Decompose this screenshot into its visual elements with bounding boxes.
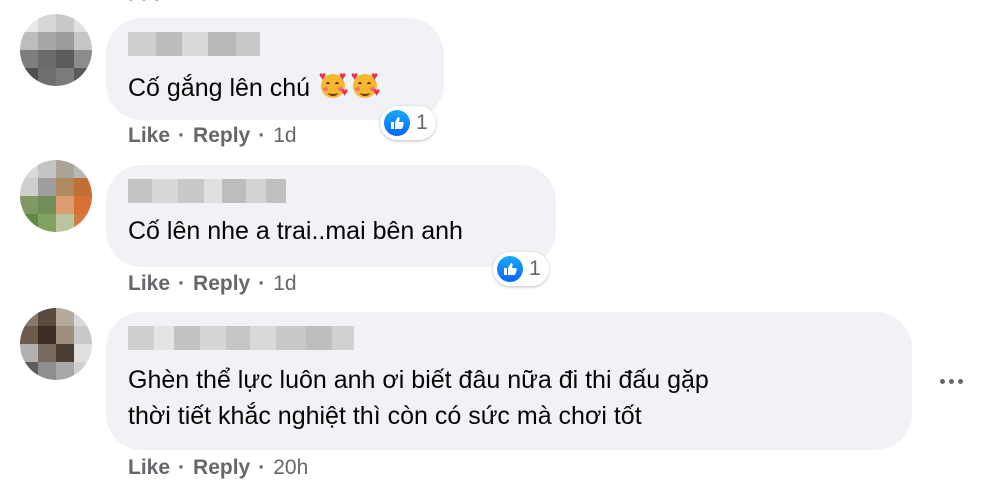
comment-text-line: thời tiết khắc nghiệt thì còn có sức mà … [128,402,642,430]
avatar[interactable] [20,14,92,86]
dot [939,378,945,384]
avatar[interactable] [20,160,92,232]
like-link[interactable]: Like [128,456,170,480]
like-link[interactable]: Like [128,124,170,148]
reaction-summary[interactable]: 1 [493,252,549,286]
comment-bubble: Ghèn thể lực luôn anh ơi biết đâu nữa đi… [106,312,912,450]
thumbs-up-icon [497,256,523,282]
reply-link[interactable]: Reply [193,456,250,480]
more-options-button[interactable] [934,364,968,398]
reply-link[interactable]: Reply [193,272,250,296]
comment-actions: Like · Reply · 1d [128,124,297,148]
separator: · [258,456,266,479]
smiling-face-with-hearts-icon: ♥ ♥ ♥ [319,69,349,99]
reaction-summary[interactable]: 1 [380,106,436,140]
comment-text-line: Cố lên nhe a trai..mai bên anh [128,217,463,245]
comment-text: Cố gắng lên chú ♥ ♥ ♥ ♥ ♥ ♥ [128,70,381,106]
dot [957,378,963,384]
comment-actions: Like · Reply · 1d [128,272,297,296]
comment-bubble: Cố lên nhe a trai..mai bên anh [106,165,556,267]
timestamp-link[interactable]: 1d [273,124,296,148]
comment-text: Cố lên nhe a trai..mai bên anh [128,213,463,249]
author-name-blurred[interactable] [128,326,354,350]
separator: · [178,272,186,295]
avatar[interactable] [20,308,92,380]
comment-text: Ghèn thể lực luôn anh ơi biết đâu nữa đi… [128,362,709,434]
comment-text-line: Ghèn thể lực luôn anh ơi biết đâu nữa đi… [128,366,709,394]
reaction-count: 1 [416,111,428,134]
reaction-count: 1 [529,257,541,280]
comment-actions: Like · Reply · 20h [128,456,308,480]
dot [948,378,954,384]
previous-comment-actions-cutoff: · · · [128,0,161,12]
smiling-face-with-hearts-icon: ♥ ♥ ♥ [351,69,381,99]
comment-bubble: Cố gắng lên chú ♥ ♥ ♥ ♥ ♥ ♥ [106,18,444,120]
author-name-blurred[interactable] [128,179,286,203]
separator: · [178,456,186,479]
author-name-blurred[interactable] [128,32,260,56]
separator: · [258,124,266,147]
timestamp-link[interactable]: 20h [273,456,308,480]
separator: · [258,272,266,295]
timestamp-link[interactable]: 1d [273,272,296,296]
separator: · [178,124,186,147]
thumbs-up-icon [384,110,410,136]
comment-text-line: Cố gắng lên chú [128,74,311,102]
reply-link[interactable]: Reply [193,124,250,148]
like-link[interactable]: Like [128,272,170,296]
